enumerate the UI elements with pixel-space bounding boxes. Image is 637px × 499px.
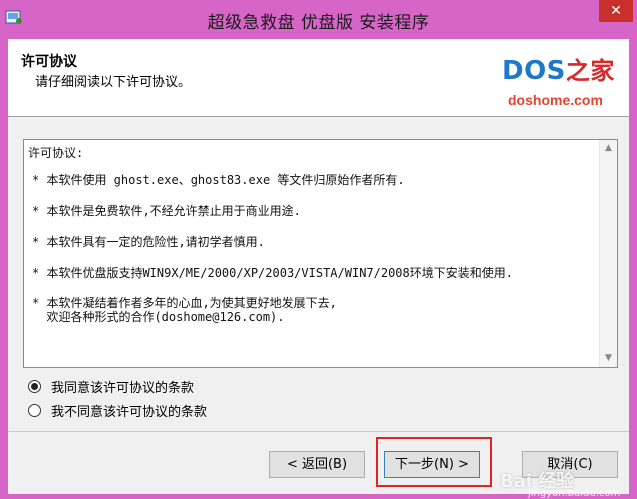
agreement-item: * 本软件凝结着作者多年的心血,为使其更好地发展下去, 欢迎各种形式的合作(do… <box>32 296 337 324</box>
accept-label: 我同意该许可协议的条款 <box>51 381 195 396</box>
accept-radio[interactable] <box>28 380 41 393</box>
agreement-item: * 本软件是免费软件,不经允许禁止用于商业用途. <box>32 204 301 218</box>
agreement-item: * 本软件使用 ghost.exe、ghost83.exe 等文件归原始作者所有… <box>32 173 405 187</box>
agreement-item: * 本软件优盘版支持WIN9X/ME/2000/XP/2003/VISTA/WI… <box>32 266 513 280</box>
installer-dialog: 许可协议 请仔细阅读以下许可协议。 DOS之家 doshome.com 许可协议… <box>8 39 629 499</box>
page-title: 许可协议 <box>21 54 77 70</box>
scroll-down-icon[interactable]: ▼ <box>600 350 617 367</box>
back-button[interactable]: < 返回(B) <box>269 451 365 478</box>
page-subtitle: 请仔细阅读以下许可协议。 <box>35 75 192 90</box>
decline-radio[interactable] <box>28 404 41 417</box>
accept-option[interactable]: 我同意该许可协议的条款 <box>28 377 194 396</box>
vertical-scrollbar[interactable]: ▲ ▼ <box>599 140 617 367</box>
license-text-area[interactable]: 许可协议: * 本软件使用 ghost.exe、ghost83.exe 等文件归… <box>23 139 618 368</box>
decline-label: 我不同意该许可协议的条款 <box>51 405 208 420</box>
window-title: 超级急救盘 优盘版 安装程序 <box>207 13 430 33</box>
license-text: 许可协议: * 本软件使用 ghost.exe、ghost83.exe 等文件归… <box>24 140 599 367</box>
wizard-header: 许可协议 请仔细阅读以下许可协议。 DOS之家 doshome.com <box>8 39 629 117</box>
logo-zh-text: 之家 <box>565 57 615 85</box>
agreement-item: * 本软件具有一定的危险性,请初学者慎用. <box>32 235 265 249</box>
title-bar[interactable]: 超级急救盘 优盘版 安装程序 ✕ <box>0 0 637 39</box>
highlight-annotation <box>376 437 492 487</box>
decline-option[interactable]: 我不同意该许可协议的条款 <box>28 401 207 420</box>
footer-divider <box>8 431 629 432</box>
agreement-heading: 许可协议: <box>28 146 84 160</box>
scroll-up-icon[interactable]: ▲ <box>600 140 617 157</box>
logo-dos-text: DOS <box>502 56 566 86</box>
close-button[interactable]: ✕ <box>599 0 633 22</box>
doshome-logo: DOS之家 <box>502 51 615 86</box>
logo-domain: doshome.com <box>508 92 603 108</box>
